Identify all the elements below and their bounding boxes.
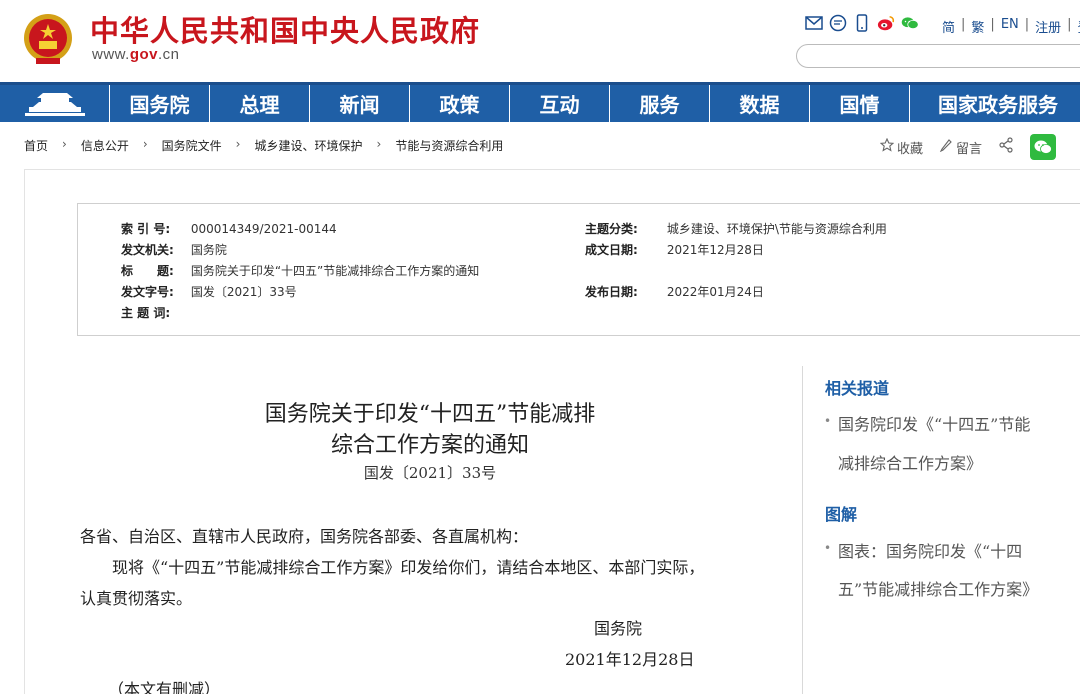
nav-item-state-council[interactable]: 国务院 xyxy=(110,85,210,122)
wechat-icon[interactable] xyxy=(901,14,919,32)
info-keywords-label: 主 题 词: xyxy=(121,304,187,321)
article-note: （本文有删减） xyxy=(108,676,220,694)
weibo-icon[interactable] xyxy=(877,14,895,32)
nav-item-services[interactable]: 服务 xyxy=(610,85,710,122)
nav-item-interaction[interactable]: 互动 xyxy=(510,85,610,122)
wechat-share-button[interactable] xyxy=(1030,134,1056,160)
site-url-suffix: .cn xyxy=(158,46,180,63)
chevron-right-icon: › xyxy=(377,137,382,154)
breadcrumb-home[interactable]: 首页 xyxy=(24,137,48,154)
message-icon[interactable] xyxy=(829,14,847,32)
divider: | xyxy=(990,17,994,36)
register-link[interactable]: 注册 xyxy=(1035,17,1061,36)
comment-button[interactable]: 留言 xyxy=(939,138,982,157)
document-info-box: 索 引 号: 000014349/2021-00144 主题分类: 城乡建设、环… xyxy=(77,203,1080,336)
share-icon xyxy=(998,137,1014,157)
info-docno: 发文字号: 国发〔2021〕33号 xyxy=(121,283,297,300)
info-category: 主题分类: 城乡建设、环境保护\节能与资源综合利用 xyxy=(585,220,887,237)
sidebar-related-link-line1[interactable]: 国务院印发《“十四五”节能 xyxy=(838,411,1030,435)
info-title-value: 国务院关于印发“十四五”节能减排综合工作方案的通知 xyxy=(191,264,479,278)
info-date-made: 成文日期: 2021年12月28日 xyxy=(585,241,764,258)
bullet-icon: • xyxy=(824,541,831,555)
nav-item-gov-services[interactable]: 国家政务服务 xyxy=(910,85,1070,122)
main-nav: 国务院 总理 新闻 政策 互动 服务 数据 国情 国家政务服务 xyxy=(0,82,1080,122)
divider: | xyxy=(1025,17,1029,36)
search-input[interactable] xyxy=(796,44,1080,68)
article-doc-number: 国发〔2021〕33号 xyxy=(80,462,780,483)
info-publish-label: 发布日期: xyxy=(585,283,663,300)
article-title-line1: 国务院关于印发“十四五”节能减排 xyxy=(80,396,780,428)
site-url-brand: gov xyxy=(130,46,158,63)
top-icon-group xyxy=(805,14,919,32)
top-links: 简 | 繁 | EN | 注册 | 登 xyxy=(942,17,1080,36)
info-date-made-label: 成文日期: xyxy=(585,241,663,258)
divider: | xyxy=(1067,17,1071,36)
lang-simplified-link[interactable]: 简 xyxy=(942,17,955,36)
nav-item-news[interactable]: 新闻 xyxy=(310,85,410,122)
sidebar-graphic-link-line2[interactable]: 五”节能减排综合工作方案》 xyxy=(838,576,1038,600)
comment-label: 留言 xyxy=(956,138,982,157)
info-index-label: 索 引 号: xyxy=(121,220,187,237)
article-title-line2: 综合工作方案的通知 xyxy=(80,427,780,459)
info-docno-label: 发文字号: xyxy=(121,283,187,300)
info-publish: 发布日期: 2022年01月24日 xyxy=(585,283,764,300)
article-body-line1: 现将《“十四五”节能减排综合工作方案》印发给你们，请结合本地区、本部门实际， xyxy=(112,554,704,578)
nav-home-button[interactable] xyxy=(0,85,110,122)
info-keywords: 主 题 词: xyxy=(121,304,187,321)
favorite-label: 收藏 xyxy=(897,138,923,157)
mail-icon[interactable] xyxy=(805,14,823,32)
wechat-icon xyxy=(1033,139,1053,155)
sidebar-graphic-link-line1[interactable]: 图表：国务院印发《“十四 xyxy=(838,538,1022,562)
info-publish-value: 2022年01月24日 xyxy=(667,285,764,299)
info-index: 索 引 号: 000014349/2021-00144 xyxy=(121,220,337,237)
site-url-prefix: www. xyxy=(92,46,130,63)
bullet-icon: • xyxy=(824,414,831,428)
mobile-icon[interactable] xyxy=(853,14,871,32)
nav-item-data[interactable]: 数据 xyxy=(710,85,810,122)
article-tools: 收藏 留言 xyxy=(880,134,1056,160)
info-index-value: 000014349/2021-00144 xyxy=(191,222,337,236)
national-emblem-icon[interactable] xyxy=(22,12,74,68)
share-button[interactable] xyxy=(998,137,1014,157)
info-issuer: 发文机关: 国务院 xyxy=(121,241,227,258)
nav-item-premier[interactable]: 总理 xyxy=(210,85,310,122)
lang-traditional-link[interactable]: 繁 xyxy=(971,17,984,36)
info-date-made-value: 2021年12月28日 xyxy=(667,243,764,257)
article-salutation: 各省、自治区、直辖市人民政府，国务院各部委、各直属机构： xyxy=(80,523,528,547)
chevron-right-icon: › xyxy=(236,137,241,154)
breadcrumb: 首页 › 信息公开 › 国务院文件 › 城乡建设、环境保护 › 节能与资源综合利… xyxy=(24,137,503,154)
sidebar-related-link-line2[interactable]: 减排综合工作方案》 xyxy=(838,450,982,474)
breadcrumb-urban-environment[interactable]: 城乡建设、环境保护 xyxy=(254,137,362,154)
breadcrumb-state-council-docs[interactable]: 国务院文件 xyxy=(162,137,222,154)
breadcrumb-energy-saving[interactable]: 节能与资源综合利用 xyxy=(395,137,503,154)
star-icon xyxy=(880,138,894,156)
site-header: 中华人民共和国中央人民政府 www.gov.cn 简 | 繁 | EN | 注册… xyxy=(0,0,1080,82)
divider: | xyxy=(961,17,965,36)
sidebar-graphic-heading: 图解 xyxy=(825,501,857,525)
breadcrumb-info-disclosure[interactable]: 信息公开 xyxy=(81,137,129,154)
nav-item-policy[interactable]: 政策 xyxy=(410,85,510,122)
info-docno-value: 国发〔2021〕33号 xyxy=(191,285,297,299)
chevron-right-icon: › xyxy=(62,137,67,154)
article-signature: 国务院 xyxy=(594,615,642,639)
favorite-button[interactable]: 收藏 xyxy=(880,138,923,157)
nav-item-national-info[interactable]: 国情 xyxy=(810,85,910,122)
sidebar-related-heading: 相关报道 xyxy=(825,375,889,399)
info-category-value: 城乡建设、环境保护\节能与资源综合利用 xyxy=(667,222,887,236)
sidebar-divider xyxy=(802,366,803,694)
article-date: 2021年12月28日 xyxy=(565,646,694,670)
site-url[interactable]: www.gov.cn xyxy=(92,46,180,63)
info-title: 标 题: 国务院关于印发“十四五”节能减排综合工作方案的通知 xyxy=(121,262,479,279)
info-title-label: 标 题: xyxy=(121,262,187,279)
info-issuer-label: 发文机关: xyxy=(121,241,187,258)
article-body-line2: 认真贯彻落实。 xyxy=(80,585,192,609)
tiananmen-icon xyxy=(23,91,87,117)
pencil-icon xyxy=(939,138,953,156)
site-title[interactable]: 中华人民共和国中央人民政府 xyxy=(90,8,480,50)
info-issuer-value: 国务院 xyxy=(191,243,227,257)
lang-english-link[interactable]: EN xyxy=(1001,17,1019,36)
chevron-right-icon: › xyxy=(143,137,148,154)
info-category-label: 主题分类: xyxy=(585,220,663,237)
